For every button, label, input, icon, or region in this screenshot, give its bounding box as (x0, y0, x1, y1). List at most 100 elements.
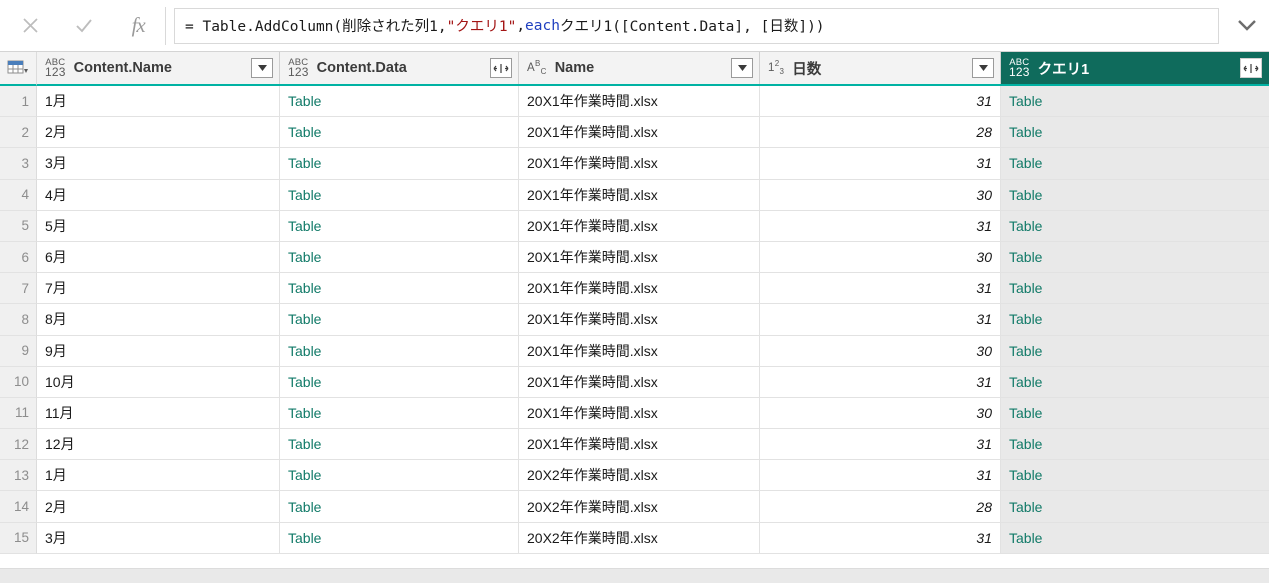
row-number[interactable]: 11 (0, 397, 37, 430)
row-number[interactable]: 15 (0, 522, 37, 554)
table-row[interactable]: 9 9月 Table 20X1年作業時間.xlsx 30 Table (0, 335, 1269, 367)
cell-name[interactable]: 20X1年作業時間.xlsx (519, 397, 760, 430)
table-row[interactable]: 11 11月 Table 20X1年作業時間.xlsx 30 Table (0, 397, 1269, 430)
checkmark-icon[interactable] (64, 9, 104, 43)
row-number[interactable]: 3 (0, 148, 37, 180)
filter-dropdown-icon[interactable] (251, 58, 273, 78)
cell-query1[interactable]: Table (1001, 117, 1269, 149)
cell-content-name[interactable]: 1月 (37, 86, 280, 118)
row-number[interactable]: 8 (0, 304, 37, 336)
table-row[interactable]: 7 7月 Table 20X1年作業時間.xlsx 31 Table (0, 273, 1269, 305)
cell-query1[interactable]: Table (1001, 210, 1269, 242)
column-header-name[interactable]: ABC Name (519, 52, 760, 84)
cell-days[interactable]: 31 (760, 366, 1001, 398)
cell-query1[interactable]: Table (1001, 273, 1269, 305)
cell-name[interactable]: 20X2年作業時間.xlsx (519, 491, 760, 523)
cell-content-data[interactable]: Table (280, 179, 519, 211)
cell-query1[interactable]: Table (1001, 335, 1269, 367)
row-number[interactable]: 2 (0, 117, 37, 149)
cell-content-name[interactable]: 10月 (37, 366, 280, 398)
cell-days[interactable]: 31 (760, 304, 1001, 336)
expand-columns-icon[interactable] (1240, 58, 1262, 78)
cell-content-data[interactable]: Table (280, 304, 519, 336)
cell-name[interactable]: 20X2年作業時間.xlsx (519, 522, 760, 554)
cell-content-name[interactable]: 2月 (37, 491, 280, 523)
cell-content-data[interactable]: Table (280, 429, 519, 461)
cell-days[interactable]: 31 (760, 429, 1001, 461)
table-row[interactable]: 2 2月 Table 20X1年作業時間.xlsx 28 Table (0, 117, 1269, 149)
cell-content-data[interactable]: Table (280, 397, 519, 430)
row-number[interactable]: 7 (0, 273, 37, 305)
cell-content-name[interactable]: 3月 (37, 522, 280, 554)
cell-content-name[interactable]: 4月 (37, 179, 280, 211)
table-row[interactable]: 5 5月 Table 20X1年作業時間.xlsx 31 Table (0, 210, 1269, 242)
cell-query1[interactable]: Table (1001, 460, 1269, 492)
cell-content-data[interactable]: Table (280, 241, 519, 274)
filter-dropdown-icon[interactable] (972, 58, 994, 78)
cell-content-data[interactable]: Table (280, 273, 519, 305)
cell-content-name[interactable]: 12月 (37, 429, 280, 461)
cell-query1[interactable]: Table (1001, 304, 1269, 336)
cell-query1[interactable]: Table (1001, 397, 1269, 430)
cell-content-data[interactable]: Table (280, 491, 519, 523)
column-header-content-data[interactable]: ABC 123 Content.Data (280, 52, 519, 84)
row-number[interactable]: 9 (0, 335, 37, 367)
table-row[interactable]: 8 8月 Table 20X1年作業時間.xlsx 31 Table (0, 304, 1269, 336)
cell-content-name[interactable]: 5月 (37, 210, 280, 242)
cell-content-data[interactable]: Table (280, 460, 519, 492)
row-number[interactable]: 4 (0, 179, 37, 211)
cell-name[interactable]: 20X1年作業時間.xlsx (519, 335, 760, 367)
close-icon[interactable] (11, 9, 51, 43)
cell-days[interactable]: 28 (760, 491, 1001, 523)
cell-content-name[interactable]: 11月 (37, 397, 280, 430)
cell-days[interactable]: 28 (760, 117, 1001, 149)
table-row[interactable]: 15 3月 Table 20X2年作業時間.xlsx 31 Table (0, 522, 1269, 554)
table-row[interactable]: 6 6月 Table 20X1年作業時間.xlsx 30 Table (0, 241, 1269, 274)
table-row[interactable]: 12 12月 Table 20X1年作業時間.xlsx 31 Table (0, 429, 1269, 461)
cell-content-data[interactable]: Table (280, 86, 519, 118)
table-row[interactable]: 3 3月 Table 20X1年作業時間.xlsx 31 Table (0, 148, 1269, 180)
cell-content-data[interactable]: Table (280, 210, 519, 242)
cell-content-data[interactable]: Table (280, 335, 519, 367)
cell-days[interactable]: 30 (760, 179, 1001, 211)
cell-content-name[interactable]: 3月 (37, 148, 280, 180)
cell-query1[interactable]: Table (1001, 148, 1269, 180)
formula-input[interactable]: = Table.AddColumn(削除された列1, "クエリ1", each … (174, 7, 1219, 44)
table-row[interactable]: 14 2月 Table 20X2年作業時間.xlsx 28 Table (0, 491, 1269, 523)
cell-name[interactable]: 20X1年作業時間.xlsx (519, 304, 760, 336)
row-number[interactable]: 13 (0, 460, 37, 492)
filter-dropdown-icon[interactable] (731, 58, 753, 78)
cell-query1[interactable]: Table (1001, 491, 1269, 523)
cell-name[interactable]: 20X1年作業時間.xlsx (519, 210, 760, 242)
cell-name[interactable]: 20X1年作業時間.xlsx (519, 241, 760, 274)
row-number[interactable]: 5 (0, 210, 37, 242)
cell-query1[interactable]: Table (1001, 522, 1269, 554)
cell-query1[interactable]: Table (1001, 366, 1269, 398)
column-header-content-name[interactable]: ABC 123 Content.Name (37, 52, 280, 84)
cell-content-name[interactable]: 8月 (37, 304, 280, 336)
table-select-icon[interactable] (0, 52, 37, 86)
row-number[interactable]: 10 (0, 366, 37, 398)
row-number[interactable]: 6 (0, 241, 37, 274)
cell-days[interactable]: 30 (760, 241, 1001, 274)
cell-content-name[interactable]: 7月 (37, 273, 280, 305)
cell-query1[interactable]: Table (1001, 429, 1269, 461)
cell-content-data[interactable]: Table (280, 148, 519, 180)
cell-content-name[interactable]: 9月 (37, 335, 280, 367)
cell-content-data[interactable]: Table (280, 522, 519, 554)
expand-columns-icon[interactable] (490, 58, 512, 78)
cell-content-data[interactable]: Table (280, 366, 519, 398)
cell-name[interactable]: 20X1年作業時間.xlsx (519, 366, 760, 398)
cell-days[interactable]: 31 (760, 86, 1001, 118)
cell-name[interactable]: 20X1年作業時間.xlsx (519, 148, 760, 180)
column-header-query1[interactable]: ABC 123 クエリ1 (1001, 52, 1269, 84)
row-number[interactable]: 1 (0, 86, 37, 118)
cell-days[interactable]: 31 (760, 210, 1001, 242)
table-row[interactable]: 13 1月 Table 20X2年作業時間.xlsx 31 Table (0, 460, 1269, 492)
chevron-down-icon[interactable] (1225, 0, 1269, 52)
cell-name[interactable]: 20X1年作業時間.xlsx (519, 429, 760, 461)
column-header-days[interactable]: 123 日数 (760, 52, 1001, 84)
cell-content-data[interactable]: Table (280, 117, 519, 149)
cell-name[interactable]: 20X1年作業時間.xlsx (519, 117, 760, 149)
cell-days[interactable]: 30 (760, 335, 1001, 367)
